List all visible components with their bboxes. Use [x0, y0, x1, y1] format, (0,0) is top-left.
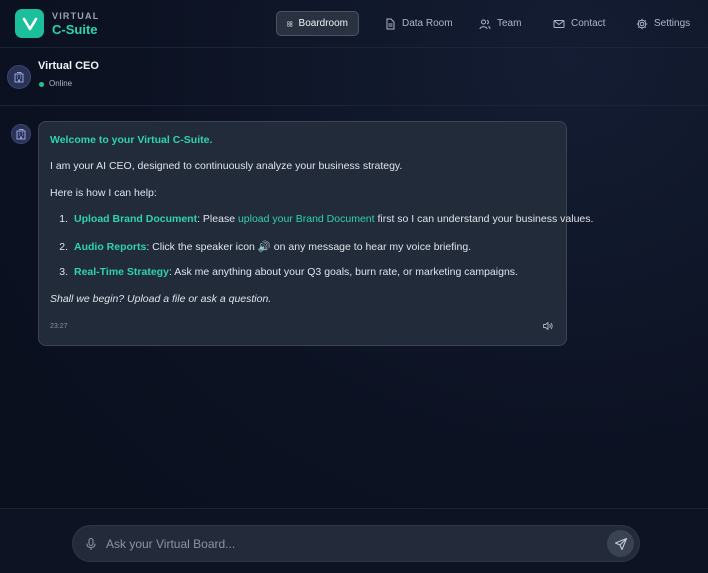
send-button[interactable] — [607, 530, 634, 557]
building-icon — [16, 129, 26, 140]
chat-title: Virtual CEO — [38, 60, 99, 72]
users-icon — [479, 19, 491, 29]
logo[interactable] — [15, 9, 44, 38]
microphone-icon — [86, 537, 96, 551]
brand-title: C-Suite — [52, 22, 98, 37]
nav-team[interactable]: Team — [469, 11, 531, 36]
list-number: 2. — [59, 241, 68, 253]
help-text: Here is how I can help: — [50, 187, 157, 199]
nav-label: Settings — [654, 18, 691, 29]
message-avatar — [11, 124, 31, 144]
document-icon — [386, 18, 395, 29]
item-text: on any message to hear my voice briefing… — [270, 241, 472, 253]
item-text: : Click the speaker icon — [146, 241, 258, 253]
nav-contact[interactable]: Contact — [543, 11, 615, 36]
top-navigation-bar: VIRTUAL C-Suite Boardroom Data Room Team… — [0, 0, 708, 48]
nav-boardroom[interactable]: Boardroom — [276, 11, 359, 36]
mail-icon — [553, 19, 565, 28]
upload-brand-document-link[interactable]: upload your Brand Document — [238, 213, 375, 225]
message-timestamp: 23:27 — [50, 323, 68, 330]
chat-input[interactable] — [106, 533, 596, 555]
nav-label: Boardroom — [298, 18, 348, 29]
v-logo-icon — [22, 17, 37, 30]
intro-text: I am your AI CEO, designed to continuous… — [50, 160, 403, 172]
nav-label: Team — [497, 18, 522, 29]
play-audio-button[interactable] — [542, 320, 554, 332]
item-text: first so I can understand your business … — [374, 213, 594, 225]
microphone-button[interactable] — [84, 537, 98, 551]
item-title: Upload Brand Document — [74, 213, 198, 225]
grid-icon — [287, 20, 293, 27]
list-item: 1. Upload Brand Document: Please upload y… — [50, 213, 593, 225]
composer — [72, 525, 640, 562]
send-icon — [614, 537, 627, 550]
item-text: : Please — [197, 213, 238, 225]
gear-icon — [636, 18, 648, 29]
nav-data-room[interactable]: Data Room — [374, 11, 463, 36]
status-label: Online — [49, 79, 73, 88]
assistant-message: Welcome to your Virtual C-Suite. I am yo… — [38, 121, 593, 346]
chat-header: Virtual CEO Online — [0, 48, 708, 106]
speaker-emoji: 🔊 — [257, 241, 271, 253]
list-number: 3. — [59, 266, 68, 278]
item-title: Real-Time Strategy — [74, 266, 169, 278]
item-text: : Ask me anything about your Q3 goals, b… — [168, 266, 518, 278]
nav-settings[interactable]: Settings — [626, 11, 700, 36]
online-status-dot — [39, 82, 44, 87]
nav-label: Data Room — [402, 18, 453, 29]
speaker-icon — [543, 322, 553, 330]
item-title: Audio Reports — [74, 241, 147, 253]
building-icon — [14, 72, 24, 83]
nav-label: Contact — [571, 18, 606, 29]
ceo-avatar — [7, 65, 31, 89]
list-number: 1. — [59, 213, 68, 225]
brand-subtitle: VIRTUAL — [52, 11, 100, 21]
closing-text: Shall we begin? Upload a file or ask a q… — [50, 293, 272, 305]
list-item: 3. Real-Time Strategy: Ask me anything ab… — [50, 266, 518, 278]
welcome-heading: Welcome to your Virtual C-Suite. — [50, 134, 213, 146]
list-item: 2. Audio Reports: Click the speaker icon … — [50, 240, 471, 253]
